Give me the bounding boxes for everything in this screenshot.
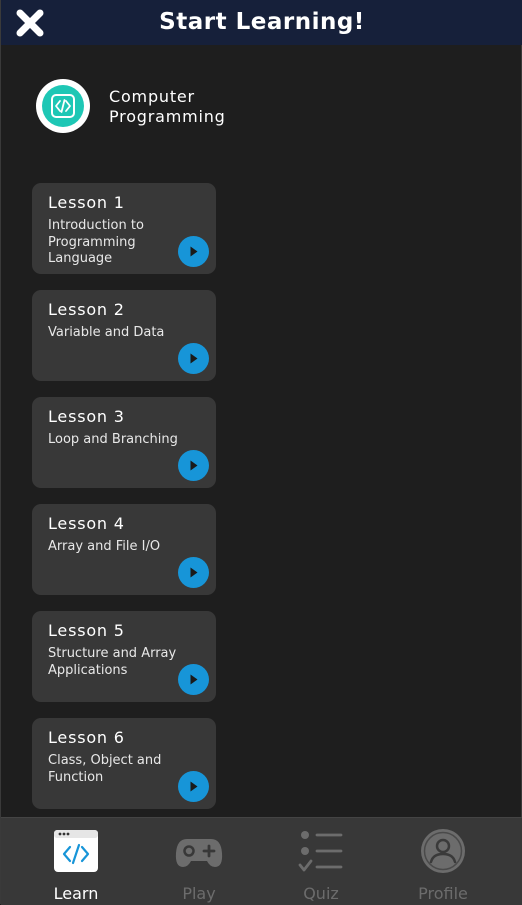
lesson-description: Variable and Data bbox=[48, 325, 165, 340]
play-button[interactable] bbox=[178, 557, 209, 588]
lesson-description: Array and File I/O bbox=[48, 539, 161, 554]
nav-label: Quiz bbox=[303, 884, 339, 903]
nav-label: Learn bbox=[53, 884, 99, 903]
lesson-list: Lesson 1 Introduction to Programming Lan… bbox=[32, 183, 216, 825]
nav-item-play[interactable]: Play bbox=[149, 818, 249, 905]
nav-item-learn[interactable]: Learn bbox=[26, 818, 126, 905]
lesson-card-5[interactable]: Lesson 5 Structure and Array Application… bbox=[32, 611, 216, 702]
lesson-title: Lesson 4 bbox=[48, 514, 125, 533]
play-button[interactable] bbox=[178, 664, 209, 695]
play-button[interactable] bbox=[178, 450, 209, 481]
page-title: Start Learning! bbox=[159, 9, 365, 35]
lesson-description: Structure and Array Applications bbox=[48, 646, 177, 678]
lesson-description: Loop and Branching bbox=[48, 432, 178, 447]
lesson-description: Introduction to Programming Language bbox=[48, 218, 144, 266]
course-title: Computer Programming bbox=[109, 87, 226, 126]
lesson-description: Class, Object and Function bbox=[48, 753, 162, 785]
play-icon bbox=[190, 674, 198, 685]
play-icon bbox=[190, 567, 198, 578]
app-screen: Start Learning! Computer Programming Les… bbox=[0, 0, 522, 905]
nav-label: Play bbox=[182, 884, 216, 903]
course-icon bbox=[36, 79, 90, 133]
bottom-nav: Learn Play Quiz Profile bbox=[1, 817, 522, 905]
play-icon bbox=[190, 353, 198, 364]
play-icon bbox=[190, 246, 198, 257]
lesson-card-6[interactable]: Lesson 6 Class, Object and Function bbox=[32, 718, 216, 809]
profile-icon bbox=[421, 829, 465, 873]
play-button[interactable] bbox=[178, 343, 209, 374]
nav-item-profile[interactable]: Profile bbox=[393, 818, 493, 905]
play-button[interactable] bbox=[178, 236, 209, 267]
header-bar: Start Learning! bbox=[1, 0, 522, 45]
lesson-title: Lesson 6 bbox=[48, 728, 125, 747]
play-icon bbox=[190, 460, 198, 471]
checklist-icon bbox=[298, 831, 343, 872]
lesson-card-2[interactable]: Lesson 2 Variable and Data bbox=[32, 290, 216, 381]
code-window-icon bbox=[54, 830, 98, 872]
lesson-card-1[interactable]: Lesson 1 Introduction to Programming Lan… bbox=[32, 183, 216, 274]
lesson-card-4[interactable]: Lesson 4 Array and File I/O bbox=[32, 504, 216, 595]
nav-item-quiz[interactable]: Quiz bbox=[271, 818, 371, 905]
lesson-card-3[interactable]: Lesson 3 Loop and Branching bbox=[32, 397, 216, 488]
lesson-title: Lesson 5 bbox=[48, 621, 125, 640]
code-icon bbox=[51, 94, 75, 118]
gamepad-icon bbox=[175, 839, 223, 867]
lesson-title: Lesson 1 bbox=[48, 193, 125, 212]
nav-label: Profile bbox=[418, 884, 468, 903]
lesson-title: Lesson 2 bbox=[48, 300, 125, 319]
play-icon bbox=[190, 781, 198, 792]
lesson-title: Lesson 3 bbox=[48, 407, 125, 426]
play-button[interactable] bbox=[178, 771, 209, 802]
